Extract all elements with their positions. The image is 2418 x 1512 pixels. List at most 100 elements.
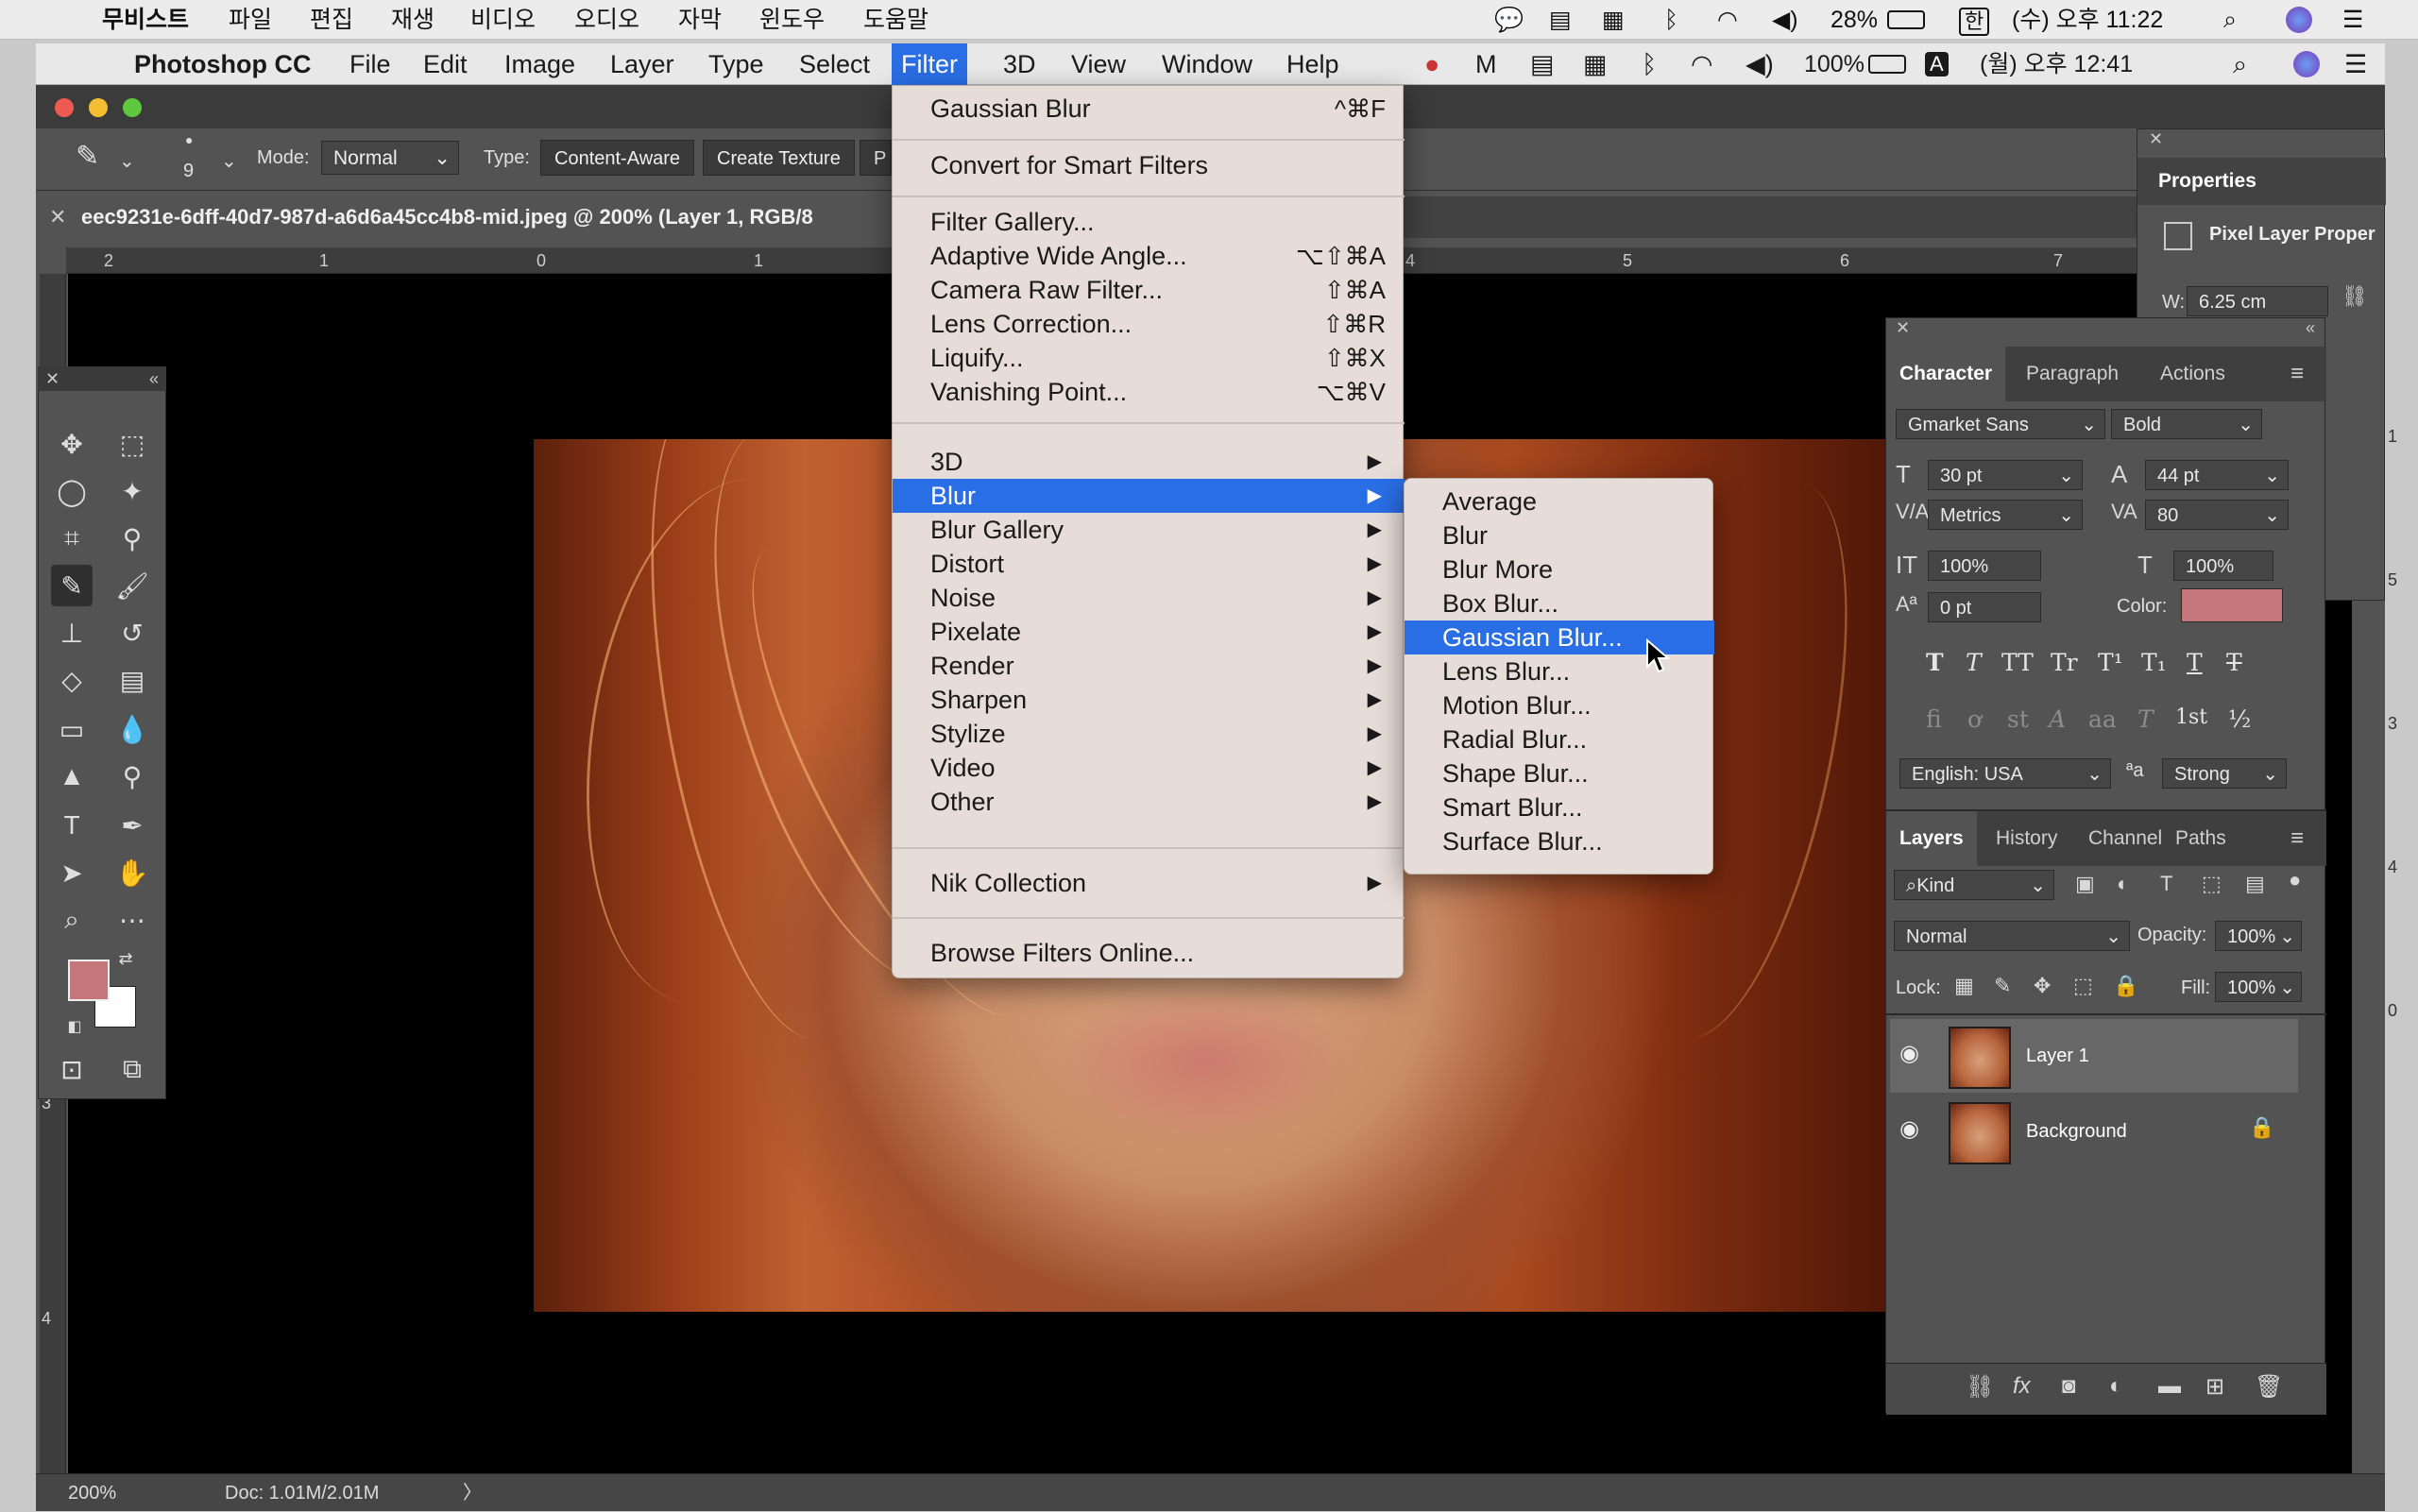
outer-menu-subtitle[interactable]: 자막 — [678, 0, 722, 40]
notification-center-icon[interactable]: ☰ — [2344, 43, 2367, 85]
eraser-tool-icon[interactable]: ◇ — [51, 659, 93, 701]
add-mask-icon[interactable]: ◙ — [2062, 1373, 2076, 1400]
menu-item-lens-correction[interactable]: Lens Correction... ⇧⌘R — [893, 307, 1405, 341]
tool-preset-dropdown-icon[interactable]: ⌄ — [119, 149, 135, 173]
menu-item-blur[interactable]: Blur ▶ — [893, 479, 1405, 513]
width-field[interactable]: 6.25 cm — [2187, 286, 2328, 316]
faux-italic-button[interactable]: T — [1966, 649, 1982, 676]
language-select[interactable]: English: USA ⌄ — [1899, 758, 2111, 789]
menu-item-camera-raw[interactable]: Camera Raw Filter... ⇧⌘A — [893, 273, 1405, 307]
layer-filter-select[interactable]: ⌕Kind ⌄ — [1894, 870, 2054, 900]
subscript-button[interactable]: T₁ — [2141, 649, 2167, 676]
clone-stamp-tool-icon[interactable]: ⊥ — [51, 612, 93, 654]
minimize-window-button[interactable] — [89, 98, 108, 117]
new-layer-icon[interactable]: ⊞ — [2205, 1373, 2224, 1401]
menu-item-liquify[interactable]: Liquify... ⇧⌘X — [893, 341, 1405, 375]
sharpen-tool-icon[interactable]: ▲ — [51, 756, 93, 797]
bluetooth-icon[interactable]: ᛒ — [1642, 43, 1657, 85]
outer-menu-edit[interactable]: 편집 — [310, 0, 353, 40]
document-tab[interactable]: ✕ eec9231e-6dff-40d7-987d-a6d6a45cc4b8-m… — [36, 196, 897, 238]
close-panel-icon[interactable]: ✕ — [45, 366, 60, 391]
underline-button[interactable]: T — [2187, 649, 2203, 676]
menu-view[interactable]: View — [1071, 43, 1126, 85]
crop-tool-icon[interactable]: ⌗ — [51, 518, 93, 559]
tab-character[interactable]: Character — [1886, 347, 2006, 401]
ps-app-name[interactable]: Photoshop CC — [134, 43, 311, 85]
marquee-tool-icon[interactable]: ⬚ — [111, 423, 153, 465]
font-family-select[interactable]: Gmarket Sans ⌄ — [1896, 409, 2105, 439]
proximity-match-button[interactable]: P — [860, 140, 892, 176]
path-selection-tool-icon[interactable]: ➤ — [51, 852, 93, 893]
outer-menu-file[interactable]: 파일 — [229, 0, 272, 40]
filter-adjustment-icon[interactable]: ◐ — [2117, 872, 2129, 896]
mode-select[interactable]: Normal ⌄ — [321, 141, 459, 175]
spotlight-icon[interactable]: ⌕ — [2233, 43, 2247, 85]
content-aware-button[interactable]: Content-Aware — [540, 140, 695, 176]
layer-name[interactable]: Background — [2026, 1095, 2127, 1168]
menu-item-3d[interactable]: 3D ▶ — [893, 445, 1405, 479]
leading-field[interactable]: 44 pt ⌄ — [2145, 460, 2289, 490]
strikethrough-button[interactable]: T — [2226, 649, 2242, 676]
gradient-tool-icon[interactable]: ▤ — [111, 659, 153, 701]
superscript-button[interactable]: T¹ — [2098, 649, 2123, 676]
notification-badge-icon[interactable]: ● — [1424, 43, 1439, 85]
old-style-button[interactable]: ơ — [1967, 705, 1982, 733]
siri-icon[interactable] — [2293, 51, 2320, 77]
visibility-eye-icon[interactable]: ◉ — [1899, 1115, 1919, 1143]
baseline-shift-field[interactable]: 0 pt — [1928, 592, 2041, 622]
tab-history[interactable]: History — [1996, 811, 2057, 866]
status-menu-arrow[interactable]: 〉 — [463, 1474, 482, 1512]
zoom-level[interactable]: 200% — [68, 1474, 116, 1512]
menu-item-last-filter[interactable]: Gaussian Blur ^⌘F — [893, 92, 1405, 126]
text-color-swatch[interactable] — [2181, 588, 2283, 622]
faux-bold-button[interactable]: T — [1926, 649, 1944, 676]
outer-menu-audio[interactable]: 오디오 — [574, 0, 639, 40]
vertical-scale-field[interactable]: 100% — [1928, 551, 2041, 581]
chat-icon[interactable]: 💬 — [1494, 0, 1524, 40]
all-caps-button[interactable]: TT — [2001, 649, 2034, 676]
menu-file[interactable]: File — [349, 43, 391, 85]
menu-item-video[interactable]: Video ▶ — [893, 751, 1405, 785]
opacity-field[interactable]: 100% ⌄ — [2215, 921, 2302, 951]
screen-mode-icon[interactable]: ⧉ — [111, 1048, 153, 1090]
wifi-icon[interactable]: ◠ — [1717, 0, 1738, 40]
history-brush-tool-icon[interactable]: ↺ — [111, 612, 153, 654]
lock-transparent-icon[interactable]: ▦ — [1954, 974, 1974, 998]
volume-icon[interactable]: ◀) — [1745, 43, 1774, 85]
menu-select[interactable]: Select — [799, 43, 870, 85]
brush-size-value[interactable]: 9 — [183, 161, 194, 182]
siri-icon[interactable] — [2286, 7, 2312, 33]
menu-item-blur-gallery[interactable]: Blur Gallery ▶ — [893, 513, 1405, 547]
font-size-field[interactable]: 30 pt ⌄ — [1928, 460, 2083, 490]
fractions-button[interactable]: ½ — [2228, 705, 2251, 733]
layer-row-layer-1[interactable]: ◉ Layer 1 — [1890, 1019, 2298, 1093]
visibility-eye-icon[interactable]: ◉ — [1899, 1040, 1919, 1067]
layer-row-background[interactable]: ◉ Background 🔒 — [1890, 1095, 2298, 1168]
wifi-icon[interactable]: ◠ — [1691, 43, 1713, 85]
menu-item-distort[interactable]: Distort ▶ — [893, 547, 1405, 581]
link-dimensions-icon[interactable]: ⛓ — [2341, 284, 2368, 309]
panel-menu-icon[interactable]: ≡ — [2290, 347, 2304, 401]
tab-paragraph[interactable]: Paragraph — [2026, 347, 2119, 401]
outer-app-name[interactable]: 무비스트 — [102, 0, 189, 40]
menu-layer[interactable]: Layer — [610, 43, 674, 85]
tools-panel-header[interactable]: ✕ « — [38, 366, 166, 391]
delete-layer-icon[interactable]: 🗑 — [2255, 1373, 2283, 1401]
zoom-tool-icon[interactable]: ⌕ — [51, 899, 93, 941]
titling-button[interactable]: T — [2137, 705, 2154, 733]
blur-item-blur[interactable]: Blur — [1405, 518, 1714, 552]
battery-charging-icon[interactable] — [1868, 55, 1906, 74]
adjustment-layer-icon[interactable]: ◐ — [2109, 1373, 2123, 1400]
filter-type-icon[interactable]: T — [2160, 872, 2172, 896]
close-window-button[interactable] — [55, 98, 74, 117]
blur-item-radial-blur[interactable]: Radial Blur... — [1405, 722, 1714, 756]
lock-position-icon[interactable]: ✥ — [2034, 974, 2051, 998]
bluetooth-icon[interactable]: ᛒ — [1664, 0, 1678, 40]
close-panel-icon[interactable]: ✕ — [2149, 129, 2163, 149]
blur-item-box-blur[interactable]: Box Blur... — [1405, 586, 1714, 620]
brush-picker-dropdown-icon[interactable]: ⌄ — [221, 149, 237, 173]
move-tool-icon[interactable]: ✥ — [51, 423, 93, 465]
menu-edit[interactable]: Edit — [423, 43, 468, 85]
menu-type[interactable]: Type — [708, 43, 764, 85]
blur-item-blur-more[interactable]: Blur More — [1405, 552, 1714, 586]
